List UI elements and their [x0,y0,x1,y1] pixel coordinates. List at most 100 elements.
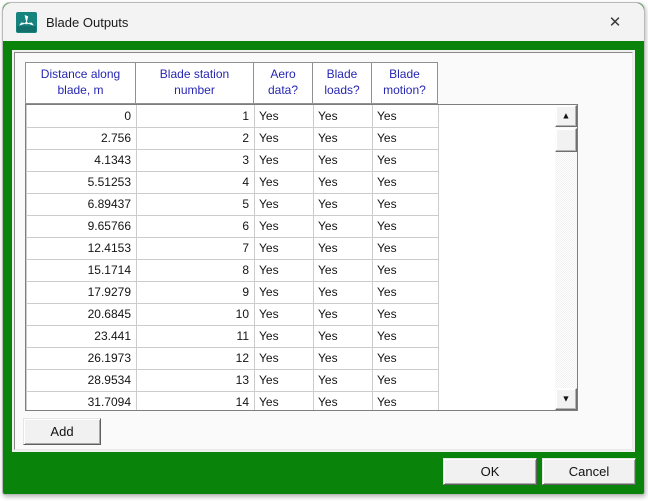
cell-aero[interactable]: Yes [255,149,314,171]
cell-aero[interactable]: Yes [255,237,314,259]
table-row: 5.51253 4 Yes Yes Yes [27,171,439,193]
cell-aero[interactable]: Yes [255,281,314,303]
cell-loads[interactable]: Yes [314,215,373,237]
cell-distance[interactable]: 6.89437 [27,193,137,215]
cell-station[interactable]: 6 [137,215,255,237]
cell-loads[interactable]: Yes [314,127,373,149]
cell-motion[interactable]: Yes [373,237,439,259]
cell-motion[interactable]: Yes [373,171,439,193]
cell-distance[interactable]: 4.1343 [27,149,137,171]
cell-aero[interactable]: Yes [255,303,314,325]
cell-motion[interactable]: Yes [373,149,439,171]
cell-loads[interactable]: Yes [314,391,373,411]
cell-aero[interactable]: Yes [255,193,314,215]
cell-aero[interactable]: Yes [255,105,314,127]
table-row: 15.1714 8 Yes Yes Yes [27,259,439,281]
table-row: 9.65766 6 Yes Yes Yes [27,215,439,237]
cell-distance[interactable]: 17.9279 [27,281,137,303]
scroll-up-icon: ▲ [562,111,571,120]
vertical-scrollbar[interactable]: ▲ ▼ [555,105,577,410]
cell-station[interactable]: 1 [137,105,255,127]
cell-station[interactable]: 9 [137,281,255,303]
grid-body: 0 1 Yes Yes Yes 2.756 2 Yes Yes Yes 4.13… [26,105,439,411]
cell-loads[interactable]: Yes [314,237,373,259]
cell-motion[interactable]: Yes [373,215,439,237]
cell-motion[interactable]: Yes [373,347,439,369]
cell-station[interactable]: 11 [137,325,255,347]
cell-loads[interactable]: Yes [314,303,373,325]
cell-motion[interactable]: Yes [373,193,439,215]
footer-bar: OK Cancel [3,450,644,494]
scroll-down-button[interactable]: ▼ [555,388,577,410]
cell-station[interactable]: 2 [137,127,255,149]
cell-distance[interactable]: 23.441 [27,325,137,347]
header-motion: Blade motion? [372,63,438,104]
cancel-button[interactable]: Cancel [542,458,636,485]
table-row: 28.9534 13 Yes Yes Yes [27,369,439,391]
cell-station[interactable]: 3 [137,149,255,171]
table-row: 12.4153 7 Yes Yes Yes [27,237,439,259]
cell-aero[interactable]: Yes [255,347,314,369]
cell-motion[interactable]: Yes [373,127,439,149]
blade-outputs-grid: Distance along blade, m Blade station nu… [25,62,578,411]
cell-station[interactable]: 14 [137,391,255,411]
cell-aero[interactable]: Yes [255,171,314,193]
cell-station[interactable]: 5 [137,193,255,215]
header-loads: Blade loads? [313,63,372,104]
cell-loads[interactable]: Yes [314,347,373,369]
table-row: 31.7094 14 Yes Yes Yes [27,391,439,411]
header-aero: Aero data? [254,63,313,104]
close-icon[interactable]: ✕ [602,9,628,35]
table-row: 6.89437 5 Yes Yes Yes [27,193,439,215]
cell-station[interactable]: 4 [137,171,255,193]
cell-distance[interactable]: 31.7094 [27,391,137,411]
cell-motion[interactable]: Yes [373,325,439,347]
grid-viewport: 0 1 Yes Yes Yes 2.756 2 Yes Yes Yes 4.13… [25,104,578,411]
content-panel: Distance along blade, m Blade station nu… [14,52,633,450]
scroll-down-icon: ▼ [562,394,571,403]
window-title: Blade Outputs [46,15,602,30]
cell-loads[interactable]: Yes [314,105,373,127]
cell-aero[interactable]: Yes [255,369,314,391]
cell-aero[interactable]: Yes [255,259,314,281]
cell-loads[interactable]: Yes [314,325,373,347]
cell-station[interactable]: 7 [137,237,255,259]
cell-motion[interactable]: Yes [373,259,439,281]
cell-loads[interactable]: Yes [314,171,373,193]
cell-station[interactable]: 13 [137,369,255,391]
cell-loads[interactable]: Yes [314,259,373,281]
cell-motion[interactable]: Yes [373,105,439,127]
cell-station[interactable]: 12 [137,347,255,369]
cell-aero[interactable]: Yes [255,127,314,149]
cell-distance[interactable]: 0 [27,105,137,127]
cell-loads[interactable]: Yes [314,149,373,171]
cell-motion[interactable]: Yes [373,391,439,411]
cell-distance[interactable]: 26.1973 [27,347,137,369]
cell-distance[interactable]: 28.9534 [27,369,137,391]
cell-motion[interactable]: Yes [373,303,439,325]
cell-distance[interactable]: 9.65766 [27,215,137,237]
header-station: Blade station number [136,63,254,104]
cell-distance[interactable]: 12.4153 [27,237,137,259]
add-button[interactable]: Add [23,418,101,445]
cell-loads[interactable]: Yes [314,281,373,303]
bladed-turbine-icon [16,12,37,33]
cell-aero[interactable]: Yes [255,325,314,347]
cell-motion[interactable]: Yes [373,281,439,303]
scrollbar-thumb[interactable] [555,128,577,152]
cell-distance[interactable]: 20.6845 [27,303,137,325]
cell-aero[interactable]: Yes [255,215,314,237]
ok-button[interactable]: OK [443,458,537,485]
cell-motion[interactable]: Yes [373,369,439,391]
blade-outputs-dialog: Blade Outputs ✕ Distance along blade, m … [2,2,645,495]
cell-loads[interactable]: Yes [314,193,373,215]
cell-distance[interactable]: 5.51253 [27,171,137,193]
cell-station[interactable]: 10 [137,303,255,325]
cell-loads[interactable]: Yes [314,369,373,391]
titlebar: Blade Outputs ✕ [3,3,644,41]
cell-aero[interactable]: Yes [255,391,314,411]
scroll-up-button[interactable]: ▲ [555,105,577,127]
cell-distance[interactable]: 2.756 [27,127,137,149]
cell-distance[interactable]: 15.1714 [27,259,137,281]
cell-station[interactable]: 8 [137,259,255,281]
